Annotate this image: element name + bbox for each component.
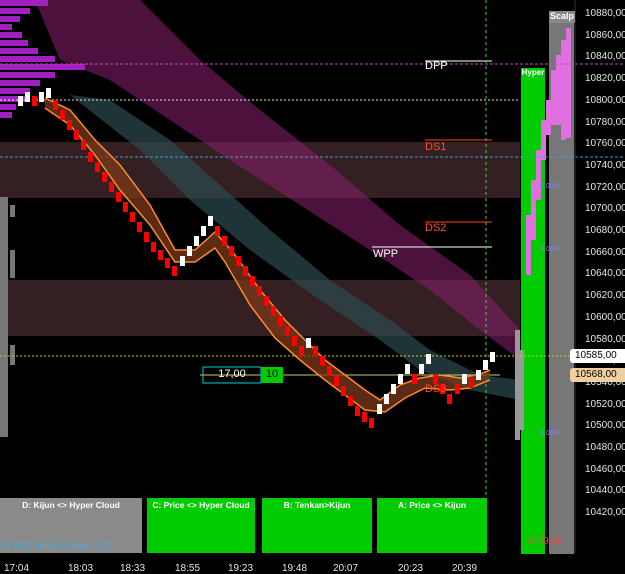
price-tick: 10680,00 (585, 225, 625, 236)
reference-price-box: 10568,00 (570, 368, 625, 382)
order-count-text: 10 (265, 368, 279, 380)
panel-price-hyper-cloud[interactable]: C: Price <> Hyper Cloud (147, 498, 255, 553)
order-qty-text: 17,00 (218, 368, 246, 380)
price-tick: 10520,00 (585, 398, 625, 410)
percent-label-1: 0.00% (540, 183, 560, 190)
price-tick: 10620,00 (585, 290, 625, 302)
time-tick: 20:39 (452, 563, 478, 574)
pnl-text: -2 79,25 (526, 536, 563, 547)
price-tick: 10580,00 (585, 333, 625, 345)
price-tick: 10600,00 (585, 311, 625, 323)
price-tick: 10420,00 (585, 507, 625, 519)
price-tick: 10780,00 (585, 116, 625, 128)
percent-label-2: 0.00% (540, 246, 560, 253)
hyper-label: Hyper (521, 68, 545, 77)
time-tick: 19:48 (282, 563, 308, 574)
time-tick: 19:23 (228, 563, 254, 574)
price-tick: 10440,00 (585, 485, 625, 497)
time-tick: 18:03 (68, 563, 94, 574)
percent-label-3: 0.00% (540, 430, 560, 437)
price-tick: 10640,00 (585, 268, 625, 280)
price-tick: 10880,00 (585, 8, 625, 19)
ds1-label: DS1 (425, 141, 447, 153)
time-tick: 18:55 (175, 563, 201, 574)
wpp-label: WPP (373, 248, 399, 260)
copyright-text: © 2020 NinjaTrader, LLC (2, 541, 113, 552)
price-chart-canvas[interactable] (0, 0, 625, 573)
price-tick: 10460,00 (585, 463, 625, 475)
time-tick: 20:23 (398, 563, 424, 574)
time-tick: 17:04 (4, 563, 30, 574)
time-tick: 20:07 (333, 563, 359, 574)
ds2-label: DS2 (425, 222, 447, 234)
panel-tenkan-kijun[interactable]: B: Tenkan>Kijun (262, 498, 372, 553)
time-tick: 18:33 (120, 563, 146, 574)
scalp-label: Scalp (549, 11, 575, 23)
price-tick: 10500,00 (585, 420, 625, 432)
price-tick: 10480,00 (585, 442, 625, 453)
ds3-label: DS3 (425, 383, 447, 395)
current-price-box: 10585,00 (570, 349, 625, 363)
panel-label: A: Price <> Kijun (397, 500, 467, 510)
price-tick: 10840,00 (585, 51, 625, 63)
panel-label: B: Tenkan>Kijun (283, 500, 351, 510)
price-tick: 10760,00 (585, 138, 625, 150)
price-tick: 10740,00 (585, 159, 625, 171)
price-tick: 10700,00 (585, 203, 625, 215)
price-tick: 10660,00 (585, 246, 625, 258)
panel-label: D: Kijun <> Hyper Cloud (22, 500, 120, 510)
price-tick: 10800,00 (585, 94, 625, 106)
price-tick: 10860,00 (585, 29, 625, 41)
price-tick: 10820,00 (585, 73, 625, 85)
panel-price-kijun[interactable]: A: Price <> Kijun (377, 498, 487, 553)
panel-label: C: Price <> Hyper Cloud (152, 500, 250, 510)
dpp-label: DPP (425, 60, 448, 72)
price-tick: 10720,00 (585, 181, 625, 193)
